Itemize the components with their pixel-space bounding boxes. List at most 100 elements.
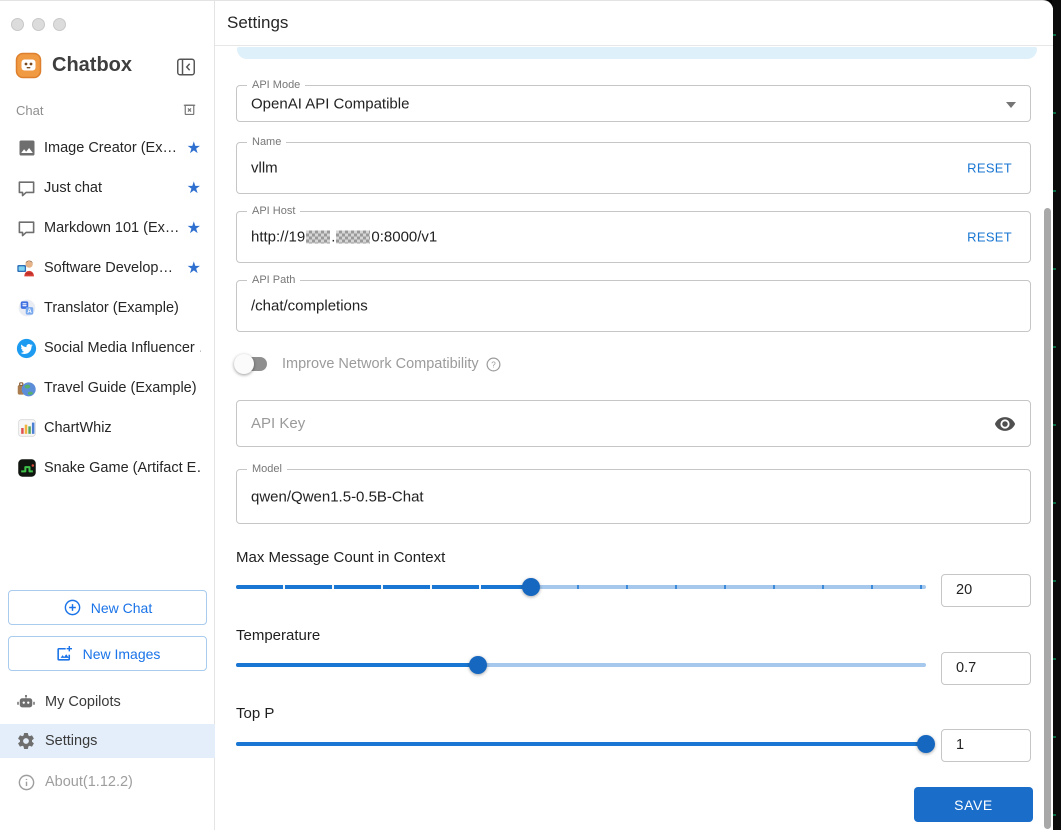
twitter-icon <box>16 338 37 359</box>
scrollbar-thumb[interactable] <box>1044 208 1051 829</box>
close-window-button[interactable] <box>11 18 24 31</box>
name-reset-button[interactable]: RESET <box>967 161 1012 176</box>
circle-plus-icon <box>63 598 82 617</box>
list-item-label: Translator (Example) <box>44 300 179 316</box>
max-message-count-value[interactable]: 20 <box>941 574 1031 607</box>
slider-thumb[interactable] <box>468 656 487 674</box>
list-item-snake-game[interactable]: Snake Game (Artifact E… <box>0 448 215 488</box>
api-host-mid: . <box>331 228 336 246</box>
star-icon: ★ <box>186 260 201 277</box>
api-mode-label: API Mode <box>247 79 306 91</box>
api-host-field[interactable]: API Host http://19. 0:8000/v1 RESET <box>236 205 1031 263</box>
chevron-down-icon <box>1006 101 1016 108</box>
info-icon <box>16 772 36 792</box>
new-images-button[interactable]: New Images <box>8 636 207 671</box>
globe-luggage-icon <box>16 378 37 399</box>
new-chat-label: New Chat <box>90 599 153 616</box>
redacted-block <box>336 230 371 244</box>
api-path-field[interactable]: API Path /chat/completions <box>236 274 1031 332</box>
name-label: Name <box>247 136 287 148</box>
chat-bubble-icon <box>16 178 37 199</box>
screen: Chatbox Chat Image Creator (Ex… ★ Just c… <box>0 0 1061 830</box>
list-item-travel-guide[interactable]: Travel Guide (Example) <box>0 368 215 408</box>
list-item-label: Travel Guide (Example) <box>44 380 197 396</box>
list-item-just-chat[interactable]: Just chat ★ <box>0 168 215 208</box>
api-host-reset-button[interactable]: RESET <box>967 230 1012 245</box>
sidebar-item-my-copilots[interactable]: My Copilots <box>0 685 215 719</box>
network-compatibility-toggle[interactable] <box>234 354 269 374</box>
scrolled-selection-strip <box>237 47 1037 59</box>
list-item-label: Social Media Influencer … <box>44 340 201 356</box>
main-panel: Settings API Mode OpenAI API Compatible … <box>215 1 1053 830</box>
conversation-list: Image Creator (Ex… ★ Just chat ★ Markdow… <box>0 128 215 488</box>
chat-section-label: Chat <box>16 103 44 118</box>
chat-section-header: Chat <box>0 101 215 121</box>
settings-content: API Mode OpenAI API Compatible Name vllm… <box>215 46 1053 830</box>
star-icon: ★ <box>186 180 201 197</box>
api-key-field <box>236 400 1031 447</box>
list-item-chartwhiz[interactable]: ChartWhiz <box>0 408 215 448</box>
translator-letter: A <box>27 308 32 315</box>
background-window-sliver <box>1052 0 1061 830</box>
list-item-label: Just chat <box>44 180 103 196</box>
list-item-image-creator[interactable]: Image Creator (Ex… ★ <box>0 128 215 168</box>
chatbox-logo-icon <box>14 51 43 80</box>
model-field[interactable]: Model qwen/Qwen1.5-0.5B-Chat <box>236 463 1031 524</box>
collapse-sidebar-icon[interactable] <box>175 56 197 78</box>
list-item-label: Software Develop… <box>44 260 173 276</box>
sidebar-item-settings[interactable]: Settings <box>0 724 215 758</box>
name-field[interactable]: Name vllm RESET <box>236 136 1031 194</box>
sidebar-item-label: Settings <box>45 733 98 749</box>
api-host-value: http://19. 0:8000/v1 <box>251 229 437 246</box>
developer-avatar-icon <box>16 258 37 279</box>
network-compatibility-label: Improve Network Compatibility <box>282 356 479 372</box>
question-glyph: ? <box>491 360 496 369</box>
page-title: Settings <box>227 13 289 32</box>
list-item-label: Snake Game (Artifact E… <box>44 460 201 476</box>
list-item-markdown-101[interactable]: Markdown 101 (Ex… ★ <box>0 208 215 248</box>
temperature-slider[interactable] <box>236 656 926 674</box>
star-icon: ★ <box>186 220 201 237</box>
list-item-label: Markdown 101 (Ex… <box>44 220 180 236</box>
list-item-social-media-influencer[interactable]: Social Media Influencer … <box>0 328 215 368</box>
robot-icon <box>16 692 36 712</box>
model-label: Model <box>247 463 287 475</box>
temperature-label: Temperature <box>236 627 321 644</box>
top-p-slider[interactable] <box>236 735 935 753</box>
app-title: Chatbox <box>52 54 132 76</box>
max-message-count-label: Max Message Count in Context <box>236 549 446 566</box>
top-p-value[interactable]: 1 <box>941 729 1031 762</box>
translate-icon: A <box>16 298 37 319</box>
slider-thumb[interactable] <box>522 578 541 596</box>
model-value: qwen/Qwen1.5-0.5B-Chat <box>251 488 424 505</box>
sidebar-item-about[interactable]: About(1.12.2) <box>0 765 215 799</box>
slider-thumb[interactable] <box>917 735 935 753</box>
slider-fill <box>236 578 541 596</box>
zoom-window-button[interactable] <box>53 18 66 31</box>
api-host-suffix: 0:8000/v1 <box>371 228 438 246</box>
api-host-prefix: http://19 <box>251 228 306 246</box>
sidebar: Chatbox Chat Image Creator (Ex… ★ Just c… <box>0 1 215 830</box>
save-button[interactable]: SAVE <box>914 787 1033 822</box>
list-item-software-developer[interactable]: Software Develop… ★ <box>0 248 215 288</box>
temperature-value[interactable]: 0.7 <box>941 652 1031 685</box>
api-key-input[interactable] <box>237 401 1030 446</box>
chatbox-app-window: Chatbox Chat Image Creator (Ex… ★ Just c… <box>0 0 1053 830</box>
star-icon: ★ <box>186 140 201 157</box>
show-password-eye-icon[interactable] <box>994 413 1016 435</box>
minimize-window-button[interactable] <box>32 18 45 31</box>
top-p-label: Top P <box>236 705 275 722</box>
clear-conversations-icon[interactable] <box>181 101 198 118</box>
help-icon[interactable]: ? <box>485 356 502 373</box>
max-message-count-slider[interactable] <box>236 578 926 596</box>
list-item-label: Image Creator (Ex… <box>44 140 177 156</box>
gear-icon <box>16 731 36 751</box>
new-chat-button[interactable]: New Chat <box>8 590 207 625</box>
api-mode-select[interactable]: API Mode OpenAI API Compatible <box>236 79 1031 122</box>
slider-fill <box>236 735 935 753</box>
list-item-translator[interactable]: A Translator (Example) <box>0 288 215 328</box>
bar-chart-icon <box>16 418 37 439</box>
api-host-label: API Host <box>247 205 301 217</box>
name-value: vllm <box>251 159 278 177</box>
new-images-label: New Images <box>82 645 161 662</box>
